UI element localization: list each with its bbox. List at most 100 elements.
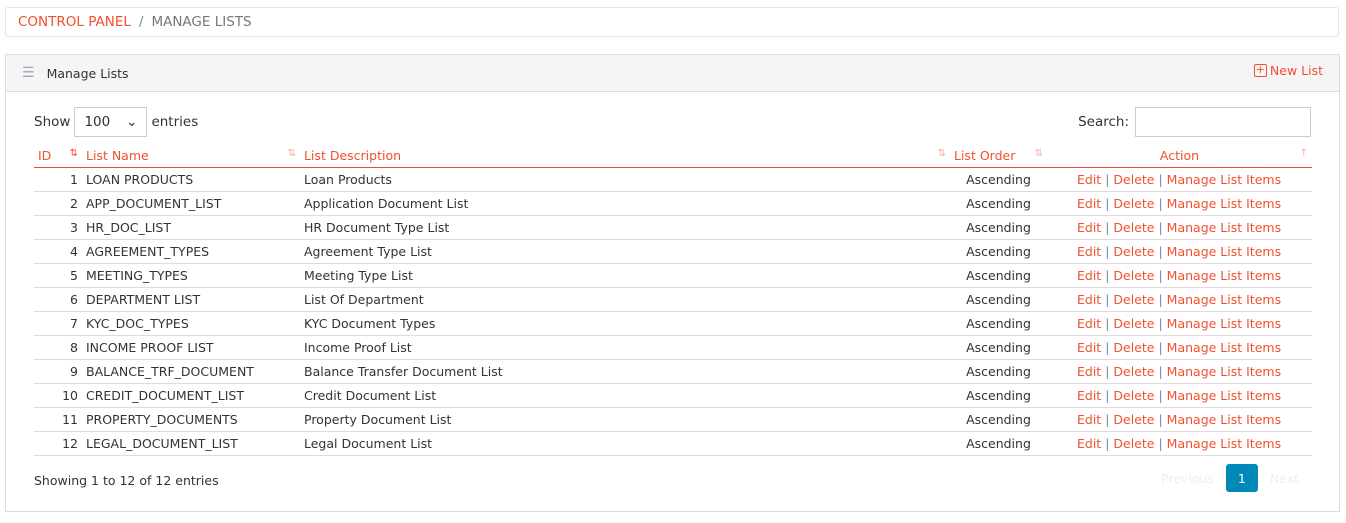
cell-list-order: Ascending <box>950 383 1047 408</box>
edit-link[interactable]: Edit <box>1077 412 1101 427</box>
entries-select[interactable]: 100 ⌄ <box>74 107 148 137</box>
plus-square-icon: + <box>1253 63 1267 77</box>
cell-list-description: Balance Transfer Document List <box>300 359 950 384</box>
sort-icon: ⇅ <box>287 148 296 159</box>
delete-link[interactable]: Delete <box>1113 172 1154 187</box>
menu-icon: ☰ <box>22 65 35 81</box>
new-list-label: New List <box>1269 63 1323 78</box>
edit-link[interactable]: Edit <box>1077 244 1101 259</box>
delete-link[interactable]: Delete <box>1113 244 1154 259</box>
column-id[interactable]: ID ⇅ <box>34 144 82 168</box>
delete-link[interactable]: Delete <box>1113 412 1154 427</box>
separator: | <box>1158 340 1163 355</box>
cell-actions: Edit | Delete | Manage List Items <box>1047 383 1312 408</box>
cell-list-order: Ascending <box>950 287 1047 312</box>
separator: | <box>1105 316 1110 331</box>
manage-lists-panel: ☰ Manage Lists + New List Show 100 ⌄ entri… <box>5 54 1340 512</box>
table-row: 4 AGREEMENT_TYPES Agreement Type List As… <box>34 239 1312 264</box>
cell-list-name: AGREEMENT_TYPES <box>82 239 300 264</box>
manage-list-items-link[interactable]: Manage List Items <box>1167 388 1281 403</box>
cell-list-name: INCOME PROOF LIST <box>82 335 300 360</box>
cell-actions: Edit | Delete | Manage List Items <box>1047 359 1312 384</box>
table-row: 10 CREDIT_DOCUMENT_LIST Credit Document … <box>34 383 1312 408</box>
manage-list-items-link[interactable]: Manage List Items <box>1167 268 1281 283</box>
entries-value: 100 <box>84 114 111 130</box>
edit-link[interactable]: Edit <box>1077 172 1101 187</box>
edit-link[interactable]: Edit <box>1077 196 1101 211</box>
edit-link[interactable]: Edit <box>1077 436 1101 451</box>
edit-link[interactable]: Edit <box>1077 220 1101 235</box>
breadcrumb-current: MANAGE LISTS <box>151 14 252 30</box>
delete-link[interactable]: Delete <box>1113 388 1154 403</box>
edit-link[interactable]: Edit <box>1077 364 1101 379</box>
cell-list-order: Ascending <box>950 359 1047 384</box>
column-action[interactable]: Action ↑ <box>1047 144 1312 168</box>
cell-id: 5 <box>34 263 82 288</box>
manage-list-items-link[interactable]: Manage List Items <box>1167 196 1281 211</box>
delete-link[interactable]: Delete <box>1113 436 1154 451</box>
column-list-name[interactable]: List Name ⇅ <box>82 144 300 168</box>
edit-link[interactable]: Edit <box>1077 316 1101 331</box>
separator: | <box>1158 388 1163 403</box>
table-row: 9 BALANCE_TRF_DOCUMENT Balance Transfer … <box>34 359 1312 384</box>
cell-list-name: HR_DOC_LIST <box>82 215 300 240</box>
cell-list-description: HR Document Type List <box>300 215 950 240</box>
cell-actions: Edit | Delete | Manage List Items <box>1047 167 1312 192</box>
manage-list-items-link[interactable]: Manage List Items <box>1167 316 1281 331</box>
delete-link[interactable]: Delete <box>1113 292 1154 307</box>
cell-list-description: Property Document List <box>300 407 950 432</box>
delete-link[interactable]: Delete <box>1113 196 1154 211</box>
cell-list-description: Meeting Type List <box>300 263 950 288</box>
separator: | <box>1158 412 1163 427</box>
cell-list-order: Ascending <box>950 263 1047 288</box>
table-row: 8 INCOME PROOF LIST Income Proof List As… <box>34 335 1312 360</box>
cell-actions: Edit | Delete | Manage List Items <box>1047 311 1312 336</box>
previous-button[interactable]: Previous <box>1149 471 1226 486</box>
column-list-order[interactable]: List Order ⇅ <box>950 144 1047 168</box>
separator: | <box>1105 292 1110 307</box>
cell-list-description: Loan Products <box>300 167 950 192</box>
edit-link[interactable]: Edit <box>1077 268 1101 283</box>
breadcrumb-control-panel[interactable]: CONTROL PANEL <box>18 14 131 30</box>
table-row: 2 APP_DOCUMENT_LIST Application Document… <box>34 191 1312 216</box>
manage-list-items-link[interactable]: Manage List Items <box>1167 292 1281 307</box>
new-list-button[interactable]: + New List <box>1253 63 1323 78</box>
edit-link[interactable]: Edit <box>1077 292 1101 307</box>
manage-list-items-link[interactable]: Manage List Items <box>1167 340 1281 355</box>
separator: | <box>1105 268 1110 283</box>
delete-link[interactable]: Delete <box>1113 340 1154 355</box>
entries-label: entries <box>151 114 199 130</box>
cell-list-description: Income Proof List <box>300 335 950 360</box>
separator: | <box>1158 244 1163 259</box>
delete-link[interactable]: Delete <box>1113 364 1154 379</box>
breadcrumb-separator: / <box>138 14 144 30</box>
search-input[interactable] <box>1135 107 1311 137</box>
cell-list-name: PROPERTY_DOCUMENTS <box>82 407 300 432</box>
delete-link[interactable]: Delete <box>1113 316 1154 331</box>
edit-link[interactable]: Edit <box>1077 388 1101 403</box>
length-control: Show 100 ⌄ entries <box>34 107 198 137</box>
separator: | <box>1105 196 1110 211</box>
delete-link[interactable]: Delete <box>1113 220 1154 235</box>
manage-list-items-link[interactable]: Manage List Items <box>1167 172 1281 187</box>
cell-list-order: Ascending <box>950 167 1047 192</box>
chevron-down-icon: ⌄ <box>126 114 138 130</box>
next-button[interactable]: Next <box>1258 471 1311 486</box>
manage-list-items-link[interactable]: Manage List Items <box>1167 244 1281 259</box>
column-list-description[interactable]: List Description ⇅ <box>300 144 950 168</box>
cell-actions: Edit | Delete | Manage List Items <box>1047 287 1312 312</box>
search-control: Search: <box>1078 107 1311 137</box>
cell-id: 1 <box>34 167 82 192</box>
cell-id: 11 <box>34 407 82 432</box>
edit-link[interactable]: Edit <box>1077 340 1101 355</box>
manage-list-items-link[interactable]: Manage List Items <box>1167 364 1281 379</box>
delete-link[interactable]: Delete <box>1113 268 1154 283</box>
cell-id: 6 <box>34 287 82 312</box>
cell-id: 8 <box>34 335 82 360</box>
cell-list-name: KYC_DOC_TYPES <box>82 311 300 336</box>
manage-list-items-link[interactable]: Manage List Items <box>1167 220 1281 235</box>
separator: | <box>1158 436 1163 451</box>
page-1-button[interactable]: 1 <box>1225 464 1258 492</box>
manage-list-items-link[interactable]: Manage List Items <box>1167 412 1281 427</box>
manage-list-items-link[interactable]: Manage List Items <box>1167 436 1281 451</box>
